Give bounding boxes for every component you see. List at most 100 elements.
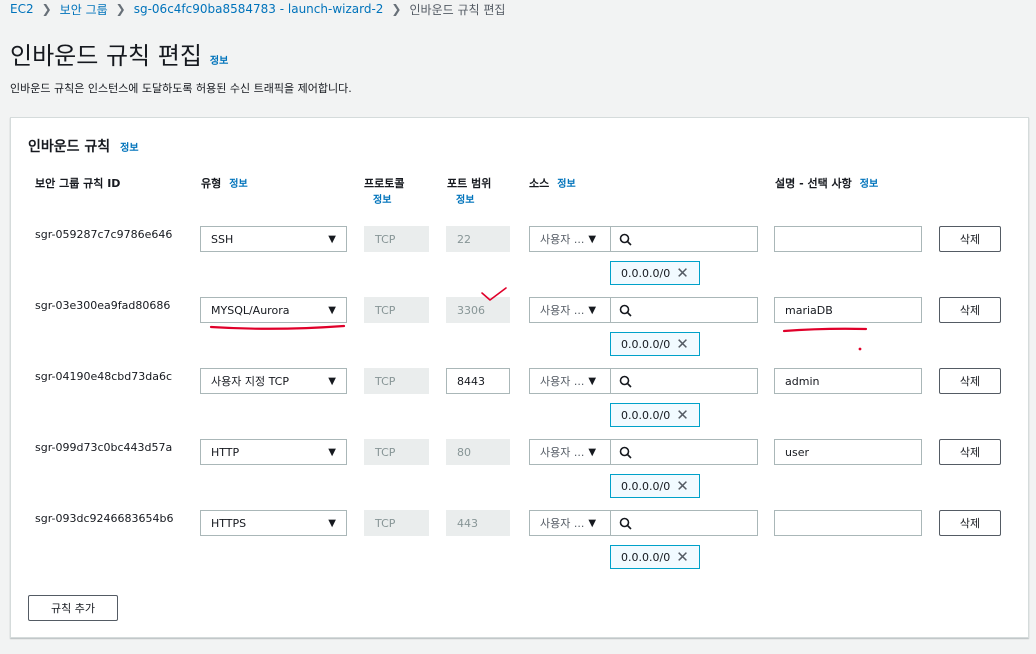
header-protocol-info-link[interactable]: 정보	[373, 195, 391, 206]
header-protocol: 프로토콜 정보	[364, 176, 404, 209]
header-protocol-label: 프로토콜	[364, 177, 405, 190]
delete-button[interactable]: 삭제	[939, 510, 1001, 536]
header-rule-id-label: 보안 그룹 규칙 ID	[35, 177, 121, 190]
cidr-search-input[interactable]	[610, 297, 758, 323]
protocol-field: TCP	[364, 368, 429, 394]
page-description: 인바운드 규칙은 인스턴스에 도달하도록 허용된 수신 트래픽을 제어합니다.	[10, 82, 352, 95]
type-select[interactable]: MYSQL/Aurora ▼	[200, 297, 347, 323]
breadcrumb-current: 인바운드 규칙 편집	[409, 2, 506, 17]
close-icon[interactable]: ✕	[676, 265, 689, 281]
header-description-info-link[interactable]: 정보	[860, 179, 878, 190]
protocol-field: TCP	[364, 297, 429, 323]
protocol-field: TCP	[364, 226, 429, 252]
header-source-label: 소스	[529, 177, 550, 190]
cidr-token-label: 0.0.0.0/0	[621, 337, 671, 351]
header-port-info-link[interactable]: 정보	[456, 195, 474, 206]
cidr-search-input[interactable]	[610, 439, 758, 465]
delete-button[interactable]: 삭제	[939, 439, 1001, 465]
header-source-info-link[interactable]: 정보	[557, 179, 575, 190]
port-range-field: 80	[446, 439, 510, 465]
cidr-search-input[interactable]	[610, 510, 758, 536]
port-range-field: 443	[446, 510, 510, 536]
type-select-value: HTTPS	[211, 516, 247, 530]
header-source: 소스 정보	[529, 176, 576, 193]
port-range-input[interactable]: 8443	[446, 368, 510, 394]
source-select[interactable]: 사용자 ... ▼	[529, 439, 611, 465]
cidr-token: 0.0.0.0/0 ✕	[610, 261, 700, 285]
caret-down-icon: ▼	[588, 446, 597, 458]
description-input[interactable]: admin	[774, 368, 922, 394]
page-title: 인바운드 규칙 편집	[10, 42, 202, 70]
close-icon[interactable]: ✕	[676, 336, 689, 352]
type-select-value: HTTP	[211, 445, 240, 459]
breadcrumb-ec2[interactable]: EC2	[10, 2, 34, 16]
cidr-search-input[interactable]	[610, 226, 758, 252]
breadcrumb-security-groups[interactable]: 보안 그룹	[60, 1, 108, 18]
protocol-field: TCP	[364, 439, 429, 465]
add-rule-button[interactable]: 규칙 추가	[28, 595, 118, 621]
cidr-token-label: 0.0.0.0/0	[621, 266, 671, 280]
header-type: 유형 정보	[201, 176, 248, 193]
source-select[interactable]: 사용자 ... ▼	[529, 226, 611, 252]
description-input[interactable]: mariaDB	[774, 297, 922, 323]
search-icon	[619, 304, 632, 317]
panel-title-row: 인바운드 규칙 정보	[28, 136, 139, 156]
close-icon[interactable]: ✕	[676, 478, 689, 494]
close-icon[interactable]: ✕	[676, 407, 689, 423]
source-select-value: 사용자 ...	[540, 517, 585, 530]
type-select[interactable]: HTTPS ▼	[200, 510, 347, 536]
type-select[interactable]: SSH ▼	[200, 226, 347, 252]
breadcrumb-security-group[interactable]: sg-06c4fc90ba8584783 - launch-wizard-2	[134, 2, 384, 16]
header-rule-id: 보안 그룹 규칙 ID	[35, 176, 120, 192]
inbound-rules-panel: 인바운드 규칙 정보 보안 그룹 규칙 ID 유형 정보 프로토콜 정보 포트 범…	[10, 117, 1029, 638]
chevron-right-icon: ❯	[391, 2, 402, 16]
search-icon	[619, 375, 632, 388]
delete-button[interactable]: 삭제	[939, 226, 1001, 252]
header-type-info-link[interactable]: 정보	[229, 179, 247, 190]
description-input[interactable]	[774, 226, 922, 252]
caret-down-icon: ▼	[328, 375, 336, 387]
source-select[interactable]: 사용자 ... ▼	[529, 368, 611, 394]
rule-id: sgr-059287c7c9786e646	[35, 228, 173, 241]
rule-id: sgr-099d73c0bc443d57a	[35, 441, 173, 454]
header-description-label: 설명 - 선택 사항	[775, 177, 852, 190]
type-select[interactable]: HTTP ▼	[200, 439, 347, 465]
close-icon[interactable]: ✕	[676, 549, 689, 565]
cidr-token-label: 0.0.0.0/0	[621, 408, 671, 422]
cidr-token-label: 0.0.0.0/0	[621, 479, 671, 493]
breadcrumb: EC2 ❯ 보안 그룹 ❯ sg-06c4fc90ba8584783 - lau…	[10, 0, 505, 18]
search-icon	[619, 233, 632, 246]
type-select-value: SSH	[211, 232, 234, 246]
cidr-token: 0.0.0.0/0 ✕	[610, 403, 700, 427]
delete-button[interactable]: 삭제	[939, 368, 1001, 394]
source-select[interactable]: 사용자 ... ▼	[529, 510, 611, 536]
delete-button[interactable]: 삭제	[939, 297, 1001, 323]
caret-down-icon: ▼	[588, 375, 597, 387]
type-select-value: MYSQL/Aurora	[211, 303, 290, 317]
description-input[interactable]: user	[774, 439, 922, 465]
source-select-value: 사용자 ...	[540, 446, 585, 459]
source-select-value: 사용자 ...	[540, 233, 585, 246]
source-select[interactable]: 사용자 ... ▼	[529, 297, 611, 323]
page-info-link[interactable]: 정보	[210, 52, 228, 67]
rule-id: sgr-03e300ea9fad80686	[35, 299, 171, 312]
caret-down-icon: ▼	[588, 304, 597, 316]
panel-info-link[interactable]: 정보	[120, 139, 138, 154]
chevron-right-icon: ❯	[41, 2, 52, 16]
caret-down-icon: ▼	[328, 304, 336, 316]
page-title-row: 인바운드 규칙 편집 정보	[10, 36, 228, 71]
type-select-value: 사용자 지정 TCP	[211, 375, 289, 388]
description-input[interactable]	[774, 510, 922, 536]
cidr-token-label: 0.0.0.0/0	[621, 550, 671, 564]
rule-id: sgr-093dc9246683654b6	[35, 512, 174, 525]
cidr-search-input[interactable]	[610, 368, 758, 394]
cidr-token: 0.0.0.0/0 ✕	[610, 545, 700, 569]
caret-down-icon: ▼	[328, 517, 336, 529]
cidr-token: 0.0.0.0/0 ✕	[610, 332, 700, 356]
caret-down-icon: ▼	[588, 233, 597, 245]
port-range-field: 22	[446, 226, 510, 252]
type-select[interactable]: 사용자 지정 TCP ▼	[200, 368, 347, 394]
search-icon	[619, 517, 632, 530]
header-port-range-label: 포트 범위	[447, 177, 492, 190]
cidr-token: 0.0.0.0/0 ✕	[610, 474, 700, 498]
